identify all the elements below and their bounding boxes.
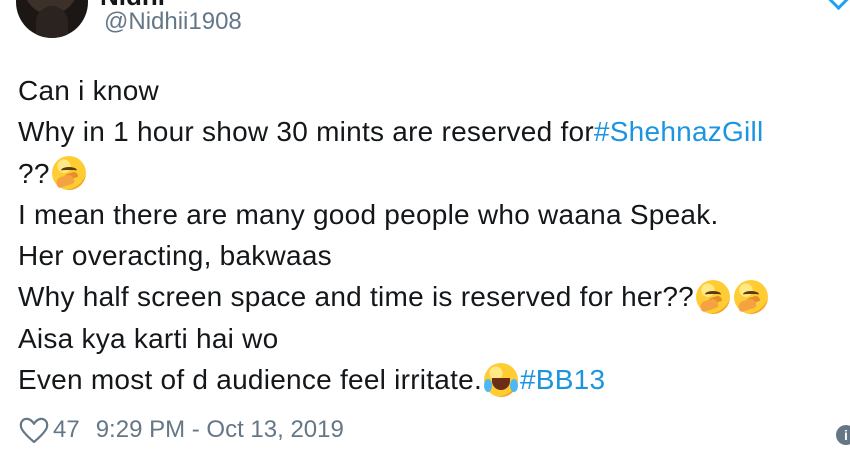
tweet-text-line-5: Her overacting, bakwaas (18, 240, 332, 272)
tweet-text-line: I mean there are many good people who wa… (18, 194, 850, 235)
heart-icon[interactable] (18, 416, 50, 444)
thinking-face-emoji-icon (695, 280, 730, 315)
tweet-card: Nidhi @Nidhii1908 Can i know Why in 1 ho… (0, 0, 850, 468)
user-handle[interactable]: @Nidhii1908 (104, 8, 242, 36)
tweet-text-line-6: Why half screen space and time is reserv… (18, 281, 694, 313)
tweet-text-line-4: I mean there are many good people who wa… (18, 198, 719, 230)
tweet-text-line-8: Even most of d audience feel irritate. (18, 364, 482, 396)
hashtag-bb13-link[interactable]: #BB13 (520, 359, 605, 400)
tweet-footer: 47 9:29 PM - Oct 13, 2019 (18, 413, 344, 447)
avatar[interactable] (16, 0, 88, 38)
thinking-face-emoji-icon (51, 156, 86, 191)
thinking-face-emoji-icon (733, 280, 768, 315)
tweet-text-line: Why in 1 hour show 30 mints are reserved… (18, 111, 850, 152)
tweet-text-line: Why half screen space and time is reserv… (18, 276, 850, 317)
tweet-text-line: ?? (18, 153, 850, 194)
hashtag-shehnazgill-link[interactable]: #ShehnazGill (594, 111, 764, 152)
info-icon[interactable]: i (836, 425, 850, 445)
tweet-text-line-3: ?? (18, 157, 50, 189)
tweet-text-line: Can i know (18, 70, 850, 111)
tweet-text-line: Even most of d audience feel irritate. #… (18, 359, 850, 400)
like-count: 47 (53, 416, 80, 443)
tweet-text-line-2: Why in 1 hour show 30 mints are reserved… (18, 116, 594, 148)
chevron-down-icon[interactable] (827, 0, 850, 11)
tweet-text-line-1: Can i know (18, 75, 160, 106)
tweet-text: Can i know Why in 1 hour show 30 mints a… (18, 70, 850, 400)
tweet-text-line: Aisa kya karti hai wo (18, 318, 850, 359)
tweet-timestamp[interactable]: 9:29 PM - Oct 13, 2019 (96, 416, 344, 444)
like-button[interactable]: 47 (18, 416, 80, 444)
face-with-tears-of-joy-emoji-icon (483, 362, 518, 397)
tweet-text-line: Her overacting, bakwaas (18, 235, 850, 276)
tweet-text-line-7: Aisa kya karti hai wo (18, 322, 279, 354)
